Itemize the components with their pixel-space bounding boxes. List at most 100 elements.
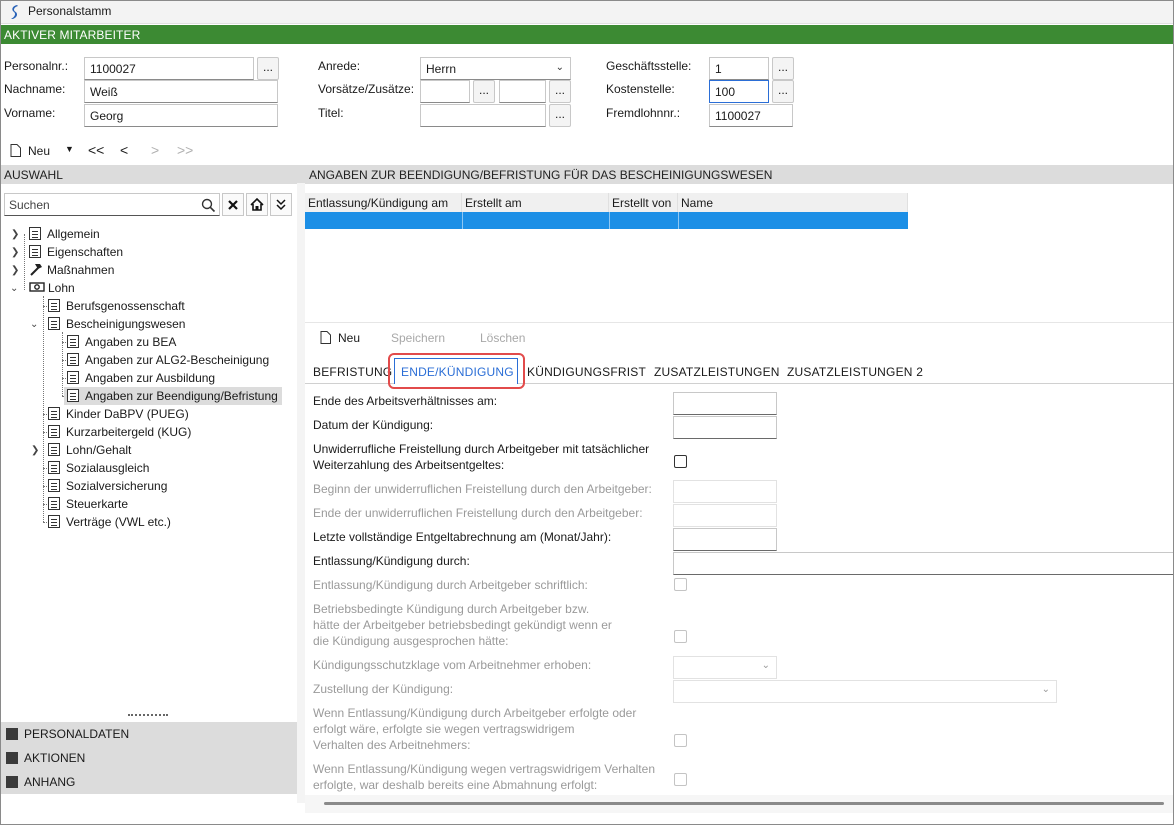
tree-item-kinder-dabpv[interactable]: Kinder DaBPV (PUEG) xyxy=(48,405,189,423)
col-entlassung[interactable]: Entlassung/Kündigung am xyxy=(305,193,462,212)
vorname-field[interactable]: Georg xyxy=(84,104,278,127)
datum-kuendigung-input[interactable] xyxy=(673,416,777,439)
tree-item-label: Angaben zur Ausbildung xyxy=(85,371,216,385)
horizontal-scroll-thumb[interactable] xyxy=(324,802,1164,805)
nav-next-button[interactable]: > xyxy=(151,142,159,158)
expand-lohn-gehalt-icon[interactable]: ❯ xyxy=(31,445,39,456)
home-button[interactable] xyxy=(246,193,268,216)
geschaeftsstelle-field[interactable]: 1 xyxy=(709,57,769,80)
tree-item-sozialausgleich[interactable]: Sozialausgleich xyxy=(48,459,149,477)
tree-item-label: Kurzarbeitergeld (KUG) xyxy=(66,425,192,439)
ende-arbeitsverhaeltnis-input[interactable] xyxy=(673,392,777,415)
tree-item-angaben-beendigung[interactable]: Angaben zur Beendigung/Befristung xyxy=(64,387,282,405)
personalnr-lookup-button[interactable]: ... xyxy=(257,57,279,80)
schutzklage-select[interactable]: ⌄ xyxy=(673,656,777,679)
record-new-button[interactable]: Neu xyxy=(338,331,360,345)
zustellung-select[interactable]: ⌄ xyxy=(673,680,1057,703)
titel-field[interactable] xyxy=(420,104,546,127)
geschaeftsstelle-lookup-button[interactable]: ... xyxy=(772,57,794,80)
tree-search-input[interactable]: Suchen xyxy=(4,193,220,216)
collapse-bescheinigungswesen-icon[interactable]: ⌄ xyxy=(30,319,38,330)
nachname-field[interactable]: Weiß xyxy=(84,80,278,103)
tab-kuendigungsfrist[interactable]: KÜNDIGUNGSFRIST xyxy=(527,365,646,379)
abmahnung-checkbox[interactable] xyxy=(674,773,687,786)
kostenstelle-lookup-button[interactable]: ... xyxy=(772,80,794,103)
kuendigung-durch-select[interactable] xyxy=(673,552,1174,575)
nav-prev-button[interactable]: < xyxy=(120,142,128,158)
main-section-title: ANGABEN ZUR BEENDIGUNG/BEFRISTUNG FÜR DA… xyxy=(305,165,1174,184)
tree-item-label: Verträge (VWL etc.) xyxy=(66,515,171,529)
expand-massnahmen-icon[interactable]: ❯ xyxy=(11,265,19,276)
tree-item-vertraege[interactable]: Verträge (VWL etc.) xyxy=(48,513,171,531)
list-doc-icon xyxy=(48,461,60,474)
betriebsbedingt-checkbox[interactable] xyxy=(674,630,687,643)
pane-anhang[interactable]: ANHANG xyxy=(0,770,297,794)
tree-item-angaben-bea[interactable]: Angaben zu BEA xyxy=(67,333,176,351)
kostenstelle-field[interactable]: 100 xyxy=(709,80,769,103)
tree-item-massnahmen[interactable]: Maßnahmen xyxy=(29,261,114,279)
new-dropdown-icon[interactable]: ▼ xyxy=(65,144,74,154)
vertragswidrig-label-1: Wenn Entlassung/Kündigung durch Arbeitge… xyxy=(313,706,637,720)
beginn-freistellung-input[interactable] xyxy=(673,480,777,503)
personalnr-field[interactable]: 1100027 xyxy=(84,57,254,80)
tab-highlight-annotation xyxy=(388,353,525,389)
col-erstellt-von[interactable]: Erstellt von xyxy=(609,193,678,212)
splitter-grip[interactable] xyxy=(128,714,168,717)
titel-lookup-button[interactable]: ... xyxy=(549,104,571,127)
home-icon xyxy=(250,197,264,211)
col-name[interactable]: Name xyxy=(678,193,908,212)
tree-item-label: Eigenschaften xyxy=(47,245,124,259)
schutzklage-label: Kündigungsschutzklage vom Arbeitnehmer e… xyxy=(313,658,592,672)
search-icon[interactable] xyxy=(201,198,216,213)
letzte-abrechnung-input[interactable] xyxy=(673,528,777,551)
zusatz-field[interactable] xyxy=(499,80,546,103)
tree-item-berufsgenossenschaft[interactable]: Berufsgenossenschaft xyxy=(48,297,185,315)
tree-item-eigenschaften[interactable]: Eigenschaften xyxy=(29,243,123,261)
tree-item-allgemein[interactable]: Allgemein xyxy=(29,225,100,243)
nav-last-button[interactable]: >> xyxy=(177,142,193,158)
nav-first-button[interactable]: << xyxy=(88,142,104,158)
vorsatz-lookup-button[interactable]: ... xyxy=(473,80,495,103)
tree-item-steuerkarte[interactable]: Steuerkarte xyxy=(48,495,128,513)
attachment-icon xyxy=(6,776,18,788)
col-erstellt-am[interactable]: Erstellt am xyxy=(462,193,609,212)
tree-item-lohn-gehalt[interactable]: Lohn/Gehalt xyxy=(48,441,131,459)
vertragswidrig-label-2: erfolgt wäre, erfolgte sie wegen vertrag… xyxy=(313,722,575,736)
pane-personaldaten[interactable]: PERSONALDATEN xyxy=(0,722,297,746)
schriftlich-checkbox[interactable] xyxy=(674,578,687,591)
ende-freistellung-input[interactable] xyxy=(673,504,777,527)
tab-befristung[interactable]: BEFRISTUNG xyxy=(313,365,392,379)
vorsatz-field[interactable] xyxy=(420,80,470,103)
tree-item-kurzarbeitergeld[interactable]: Kurzarbeitergeld (KUG) xyxy=(48,423,191,441)
table-row[interactable] xyxy=(305,212,908,229)
tab-zusatzleistungen-2[interactable]: ZUSATZLEISTUNGEN 2 xyxy=(787,365,923,379)
flag-icon xyxy=(6,752,18,764)
freistellung-checkbox[interactable] xyxy=(674,455,687,468)
collapse-lohn-icon[interactable]: ⌄ xyxy=(10,283,18,294)
schriftlich-label: Entlassung/Kündigung durch Arbeitgeber s… xyxy=(313,578,588,592)
expand-eigenschaften-icon[interactable]: ❯ xyxy=(11,247,19,258)
collapse-all-button[interactable] xyxy=(270,193,292,216)
record-delete-button[interactable]: Löschen xyxy=(480,331,525,345)
pane-label: ANHANG xyxy=(24,775,76,789)
tree-item-sozialversicherung[interactable]: Sozialversicherung xyxy=(48,477,167,495)
vertragswidrig-checkbox[interactable] xyxy=(674,734,687,747)
toolbar-new-button[interactable]: Neu xyxy=(28,144,50,158)
pane-aktionen[interactable]: AKTIONEN xyxy=(0,746,297,770)
geschaeftsstelle-label: Geschäftsstelle: xyxy=(606,59,692,73)
tree-item-angaben-alg2[interactable]: Angaben zur ALG2-Bescheinigung xyxy=(67,351,269,369)
tree-item-bescheinigungswesen[interactable]: Bescheinigungswesen xyxy=(48,315,185,333)
tree-item-angaben-ausbildung[interactable]: Angaben zur Ausbildung xyxy=(67,369,215,387)
tab-zusatzleistungen[interactable]: ZUSATZLEISTUNGEN xyxy=(654,365,780,379)
splitter-bar[interactable] xyxy=(297,183,305,803)
record-save-button[interactable]: Speichern xyxy=(391,331,445,345)
expand-allgemein-icon[interactable]: ❯ xyxy=(11,229,19,240)
zusatz-lookup-button[interactable]: ... xyxy=(549,80,571,103)
clear-search-button[interactable] xyxy=(222,193,244,216)
title-bar xyxy=(0,0,1174,24)
list-doc-icon xyxy=(29,245,41,258)
tree-item-lohn[interactable]: Lohn xyxy=(29,279,75,297)
tree-item-label: Kinder DaBPV (PUEG) xyxy=(66,407,189,421)
anrede-select[interactable]: Herrn ⌄ xyxy=(420,57,571,80)
fremdlohnnr-field[interactable]: 1100027 xyxy=(709,104,793,127)
